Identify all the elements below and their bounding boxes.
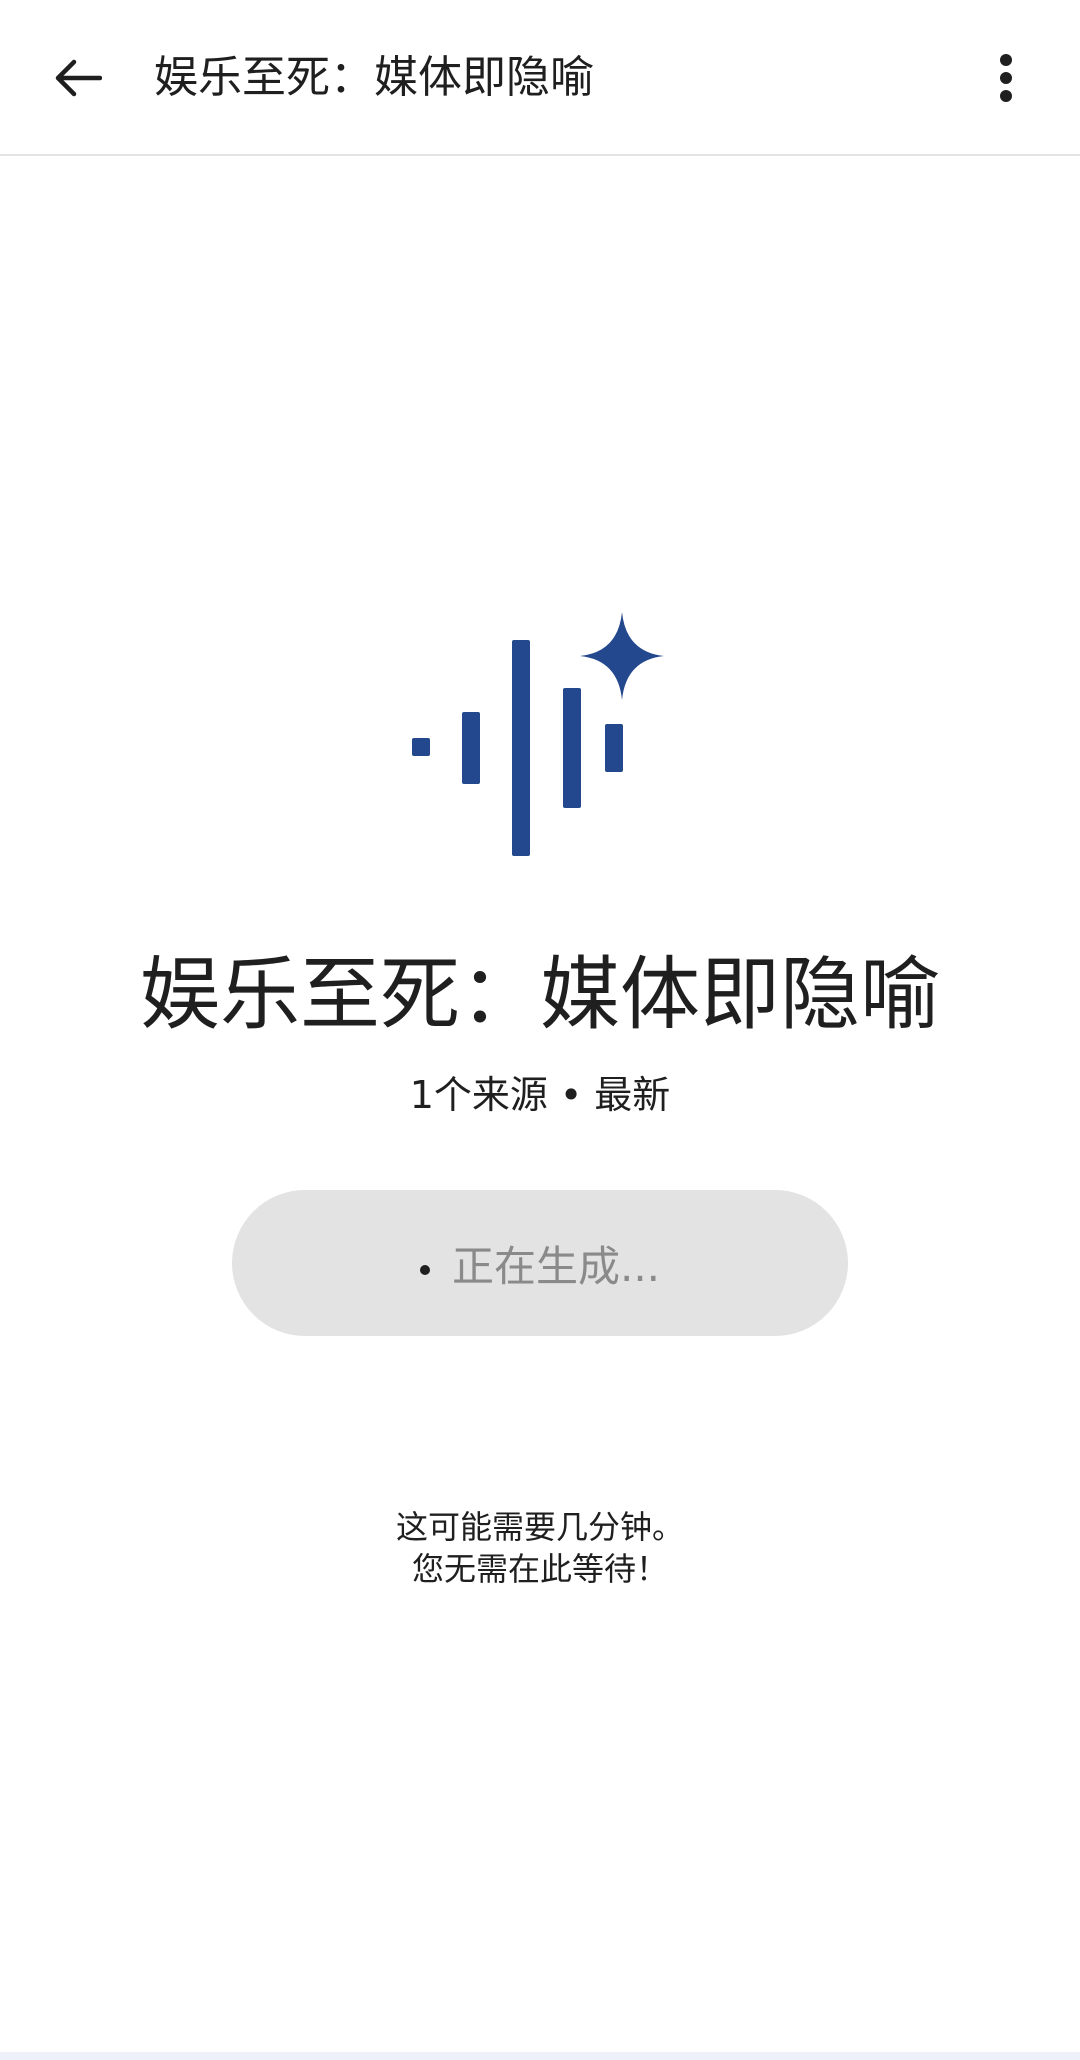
more-vert-icon <box>1000 54 1012 102</box>
info-line-2: 您无需在此等待！ <box>411 1550 668 1588</box>
more-options-button[interactable] <box>968 40 1044 116</box>
app-bar: 娱乐至死：媒体即隐喻 <box>0 0 1080 156</box>
info-line-1: 这可能需要几分钟。 <box>395 1508 684 1546</box>
generating-label: 正在生成... <box>451 1241 661 1291</box>
arrow-left-icon <box>55 59 102 97</box>
status-tag: 最新 <box>594 1073 671 1117</box>
back-button[interactable] <box>40 40 116 116</box>
source-meta: 1个来源 • 最新 <box>0 1070 1080 1120</box>
bottom-edge <box>0 2052 1080 2060</box>
generating-button[interactable]: 正在生成... <box>232 1190 848 1336</box>
audio-sparkle-icon <box>412 612 664 856</box>
loading-spinner-icon <box>419 1265 430 1275</box>
separator-dot: • <box>559 1073 583 1117</box>
info-message: 这可能需要几分钟。 您无需在此等待！ <box>0 1506 1080 1590</box>
source-count: 1个来源 <box>409 1073 548 1117</box>
page-title: 娱乐至死：媒体即隐喻 <box>140 948 940 1041</box>
app-bar-title: 娱乐至死：媒体即隐喻 <box>154 52 594 103</box>
